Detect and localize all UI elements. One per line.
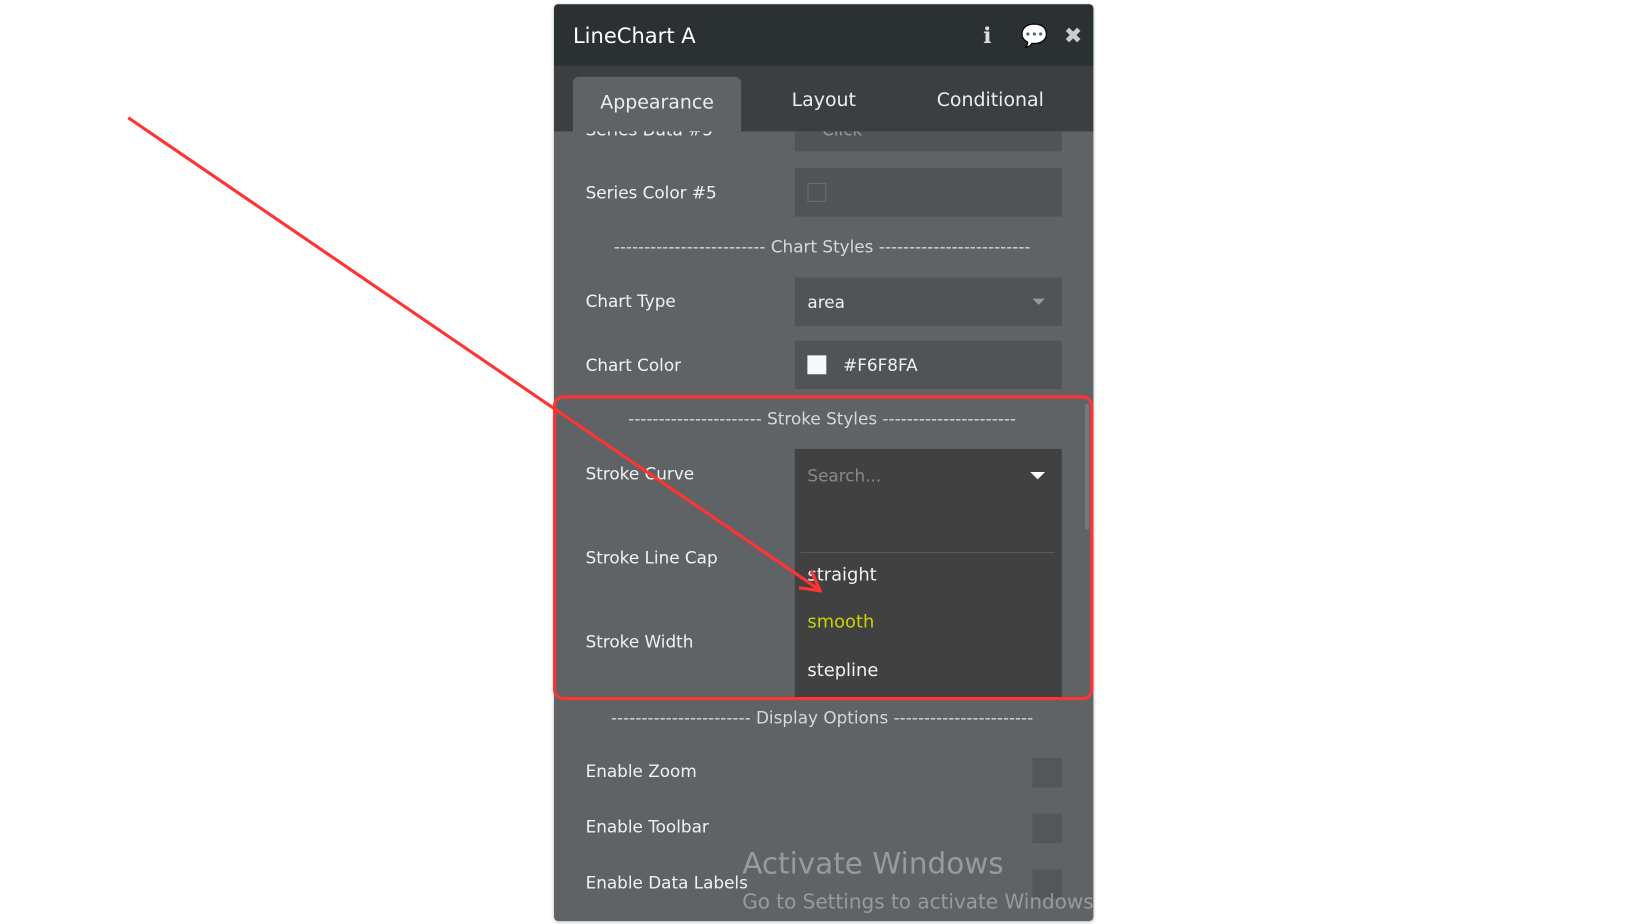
annotation-arrow: [127, 116, 823, 593]
arrow-line: [127, 116, 819, 591]
